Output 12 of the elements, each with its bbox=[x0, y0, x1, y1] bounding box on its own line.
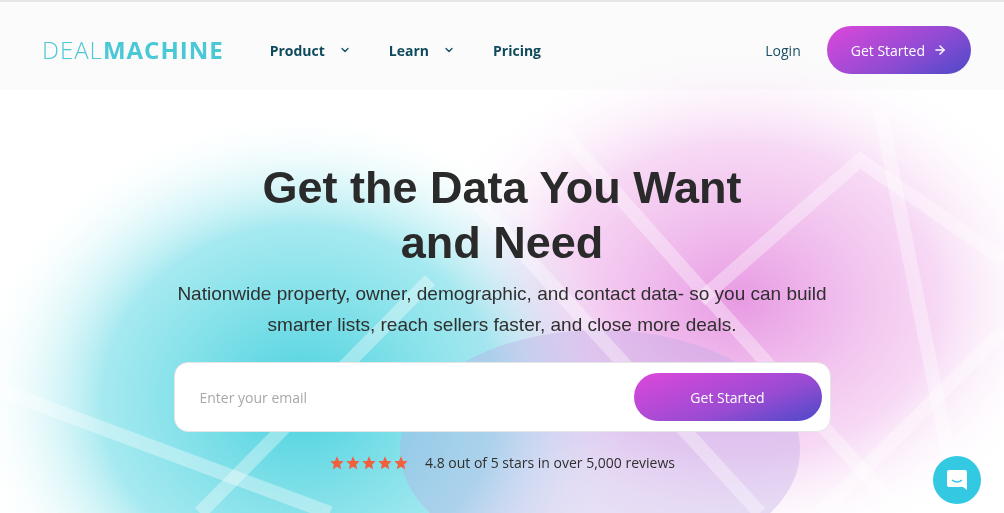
hero-subtitle: Nationwide property, owner, demographic, and contact data- so you can build smarter lists, reach sellers faster, and close more deals. bbox=[176, 282, 828, 337]
rating-text: 4.8 out of 5 stars in over 5,000 reviews bbox=[425, 452, 675, 473]
email-field[interactable]: Enter your email bbox=[199, 386, 634, 408]
nav-link[interactable]: Product bbox=[269, 39, 351, 61]
nav-link[interactable]: Pricing bbox=[493, 39, 542, 61]
get-started-button[interactable]: Get Started bbox=[633, 373, 822, 421]
arrow-right-icon bbox=[933, 43, 947, 57]
hero-title: Get the Data You Want and Need bbox=[261, 161, 743, 270]
login-link[interactable]: Login bbox=[765, 39, 801, 61]
nav-link[interactable]: Learn bbox=[388, 39, 456, 61]
chat-icon bbox=[946, 469, 968, 491]
get-started-button[interactable]: Get Started bbox=[826, 26, 971, 74]
